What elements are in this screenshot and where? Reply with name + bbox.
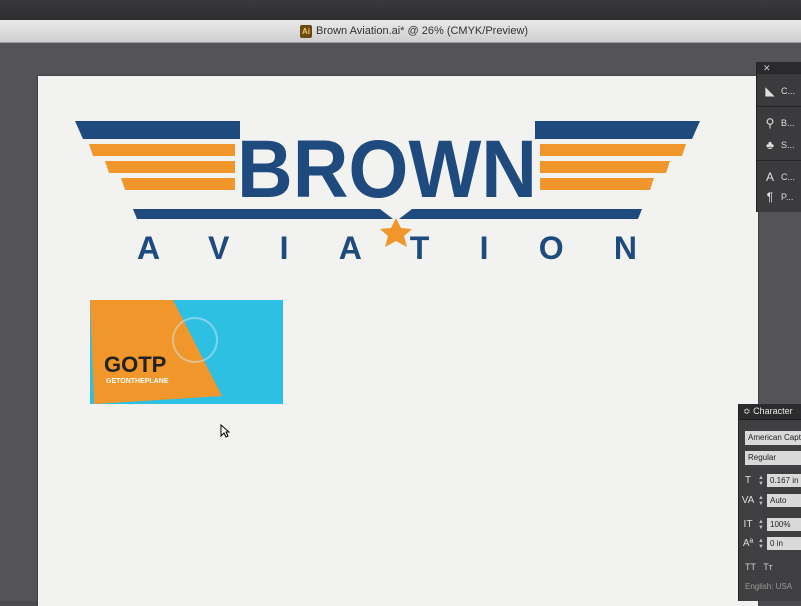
tracking-icon: VA — [741, 495, 755, 506]
paragraph-icon: ¶ — [766, 190, 774, 204]
character-panel-header[interactable]: ≎ Character — [739, 404, 801, 420]
all-caps-button-group[interactable]: TT Tт — [745, 562, 773, 572]
card-logo-text: GOTP — [104, 352, 166, 377]
logo-stripe-left-2 — [105, 161, 235, 173]
panel-button-color[interactable]: ◣ C... — [763, 84, 795, 98]
logo-star — [380, 218, 412, 247]
panel-label: B... — [781, 118, 795, 128]
panel-label: C... — [781, 172, 796, 182]
illustrator-file-icon: Ai — [300, 24, 312, 38]
brush-icon: ⚲ — [765, 116, 775, 130]
baseline-shift-icon: Aª — [742, 538, 754, 549]
layers-icon: ◣ — [765, 84, 775, 98]
font-style-select[interactable]: Regular — [745, 451, 801, 465]
document-tab[interactable]: Ai Brown Aviation.ai* @ 26% (CMYK/Previe… — [300, 23, 528, 39]
brown-aviation-logo[interactable]: BROWN AVIATION — [75, 118, 700, 263]
vertical-scale-input[interactable]: 100% — [767, 518, 801, 531]
tracking-row: VA ▲ ▼ Auto — [741, 494, 801, 507]
baseline-shift-row: Aª ▲ ▼ 0 in — [741, 537, 801, 550]
gotp-business-card[interactable]: GOTP GETONTHEPLANE — [90, 300, 283, 404]
logo-stripe-left-1 — [89, 144, 235, 156]
character-icon: A — [765, 170, 774, 184]
logo-wing-left-top — [75, 121, 240, 139]
vertical-scale-stepper[interactable]: ▲ ▼ — [758, 519, 764, 531]
logo-stripe-right-3 — [540, 178, 654, 190]
all-caps-button[interactable]: TT — [745, 562, 756, 572]
tracking-input[interactable]: Auto — [767, 494, 801, 507]
document-title-bar: Ai Brown Aviation.ai* @ 26% (CMYK/Previe… — [0, 20, 801, 43]
character-panel: ≎ Character American Capta Regular T ▲ ▼ … — [738, 404, 801, 601]
collapse-icon[interactable]: ≎ — [743, 406, 751, 416]
card-tagline: GETONTHEPLANE — [106, 378, 169, 385]
font-family-select[interactable]: American Capta — [745, 431, 801, 445]
panel-button-character[interactable]: A C... — [763, 170, 795, 184]
dock-header[interactable]: ✕ — [757, 62, 801, 74]
panel-button-brushes[interactable]: ⚲ B... — [763, 116, 795, 130]
panel-button-symbols[interactable]: ♣ S... — [763, 138, 795, 152]
logo-stripe-right-1 — [540, 144, 686, 156]
vertical-scale-icon: IT — [743, 519, 753, 530]
vertical-scale-row: IT ▲ ▼ 100% — [741, 518, 801, 531]
panel-label: C... — [781, 86, 796, 96]
logo-stripe-right-2 — [540, 161, 670, 173]
logo-stripe-left-3 — [121, 178, 235, 190]
divider — [757, 160, 801, 161]
menu-bar — [0, 0, 801, 20]
small-caps-button[interactable]: Tт — [763, 562, 773, 572]
divider — [757, 106, 801, 107]
character-panel-title: Character — [753, 406, 793, 416]
panel-label: S... — [781, 140, 795, 150]
panel-button-paragraph[interactable]: ¶ P... — [763, 190, 794, 204]
tracking-stepper[interactable]: ▲ ▼ — [758, 495, 764, 507]
logo-title-brown: BROWN — [237, 124, 537, 215]
collapsed-panels-dock: ✕ ◣ C... ⚲ B... ♣ S... A C... ¶ P... — [756, 62, 801, 212]
font-size-input[interactable]: 0.167 in — [767, 474, 801, 487]
font-size-stepper[interactable]: ▲ ▼ — [758, 475, 764, 487]
baseline-shift-input[interactable]: 0 in — [767, 537, 801, 550]
logo-wing-right-top — [535, 121, 700, 139]
document-title: Brown Aviation.ai* @ 26% (CMYK/Preview) — [316, 25, 529, 37]
club-icon: ♣ — [766, 138, 774, 152]
panel-label: P... — [781, 192, 794, 202]
font-size-icon: T — [744, 475, 752, 486]
language-select[interactable]: English: USA — [745, 582, 792, 591]
mouse-pointer-icon — [220, 424, 230, 438]
font-size-row: T ▲ ▼ 0.167 in — [741, 474, 801, 487]
baseline-shift-stepper[interactable]: ▲ ▼ — [758, 538, 764, 550]
